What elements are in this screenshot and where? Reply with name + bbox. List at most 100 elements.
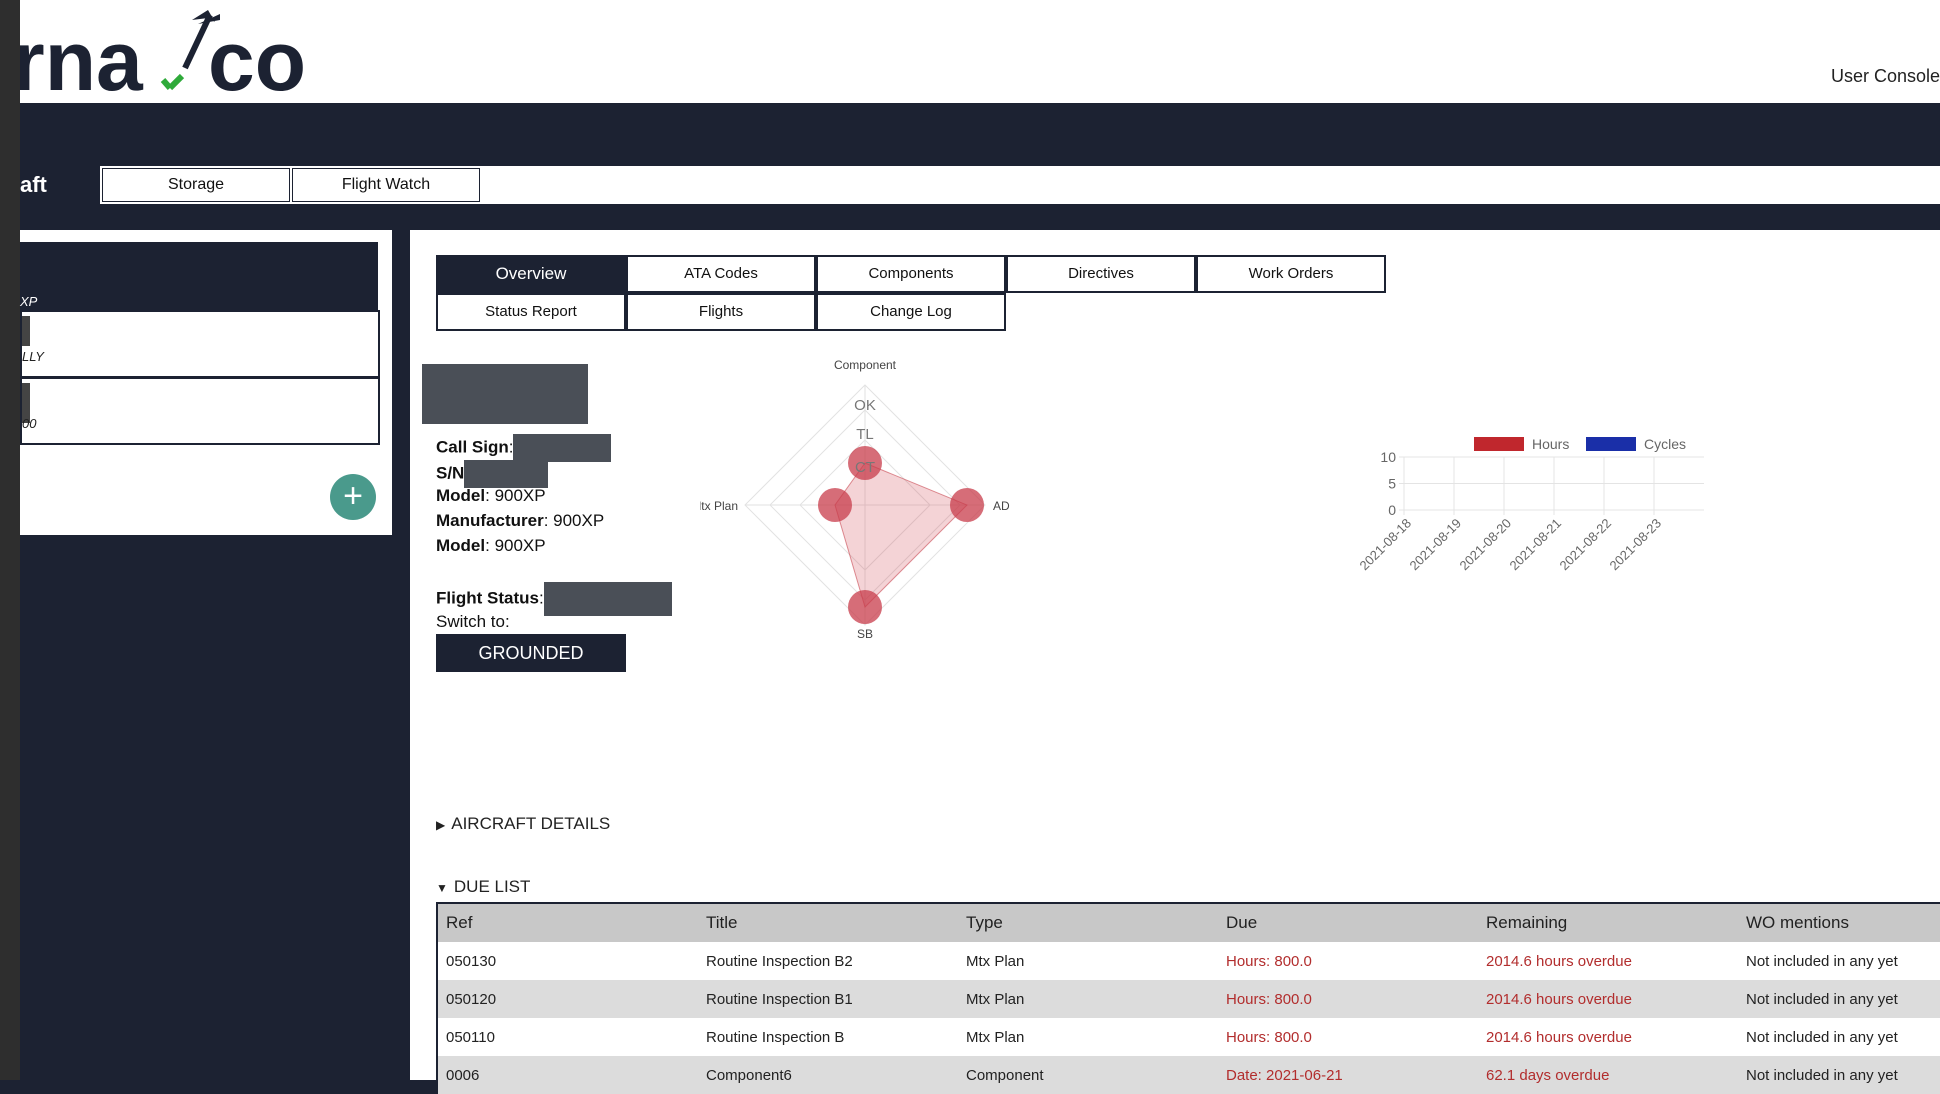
x-tick-label: 2021-08-23 [1606,516,1664,574]
aircraft-list-item-selected[interactable]: XP [20,242,378,310]
cell-wo-mentions: Not included in any yet [1738,980,1940,1018]
radar-ring-label: OK [854,397,876,414]
cell-due: Hours: 800.0 [1226,1028,1312,1046]
checkmark-icon [160,73,185,91]
tab-directives[interactable]: Directives [1006,255,1196,293]
aircraft-list-item[interactable]: LLY [20,310,380,378]
table-row[interactable]: 050120 Routine Inspection B1 Mtx Plan Ho… [437,980,1940,1018]
tab-status-report[interactable]: Status Report [436,293,626,331]
hours-cycles-chart: Hours Cycles 0510 2021-08-182021-08-19202… [1356,436,1704,574]
nav-current-section[interactable]: aft [20,166,100,204]
model-label: Model [436,536,486,555]
app-header: rna co User Console [20,0,1940,103]
aircraft-list-item[interactable]: 00 [20,377,380,445]
cell-due: Hours: 800.0 [1226,952,1312,970]
grounded-button[interactable]: GROUNDED [436,634,626,672]
nav-tab-storage[interactable]: Storage [102,168,290,202]
model-value: 900XP [494,536,546,555]
call-sign-label: Call Sign [436,437,509,457]
tab-flights[interactable]: Flights [626,293,816,331]
due-list-label: DUE LIST [453,877,531,896]
tab-overview[interactable]: Overview [436,255,626,293]
aircraft-details-label: AIRCRAFT DETAILS [451,814,611,833]
cell-remaining: 2014.6 hours overdue [1486,1028,1632,1046]
aircraft-details-toggle[interactable]: ▶ AIRCRAFT DETAILS [436,814,610,834]
column-header-ref[interactable]: Ref [437,903,698,942]
aircraft-list-label: LLY [22,349,44,364]
cell-type: Mtx Plan [958,980,1218,1018]
cell-ref: 050120 [437,980,698,1018]
column-header-wo-mentions[interactable]: WO mentions [1738,903,1940,942]
column-header-remaining[interactable]: Remaining [1478,903,1738,942]
column-header-type[interactable]: Type [958,903,1218,942]
manufacturer-row: Manufacturer: 900XP [436,511,605,530]
x-tick-label: 2021-08-18 [1356,516,1414,574]
radar-axis-label-top: Component [834,358,897,372]
user-console-link[interactable]: User Console [1831,66,1940,87]
column-header-due[interactable]: Due [1218,903,1478,942]
due-list-table: Ref Title Type Due Remaining WO mentions… [436,902,1940,1094]
aircraft-thumbnail [22,316,30,346]
cell-remaining: 62.1 days overdue [1478,1056,1738,1094]
cell-wo-mentions: Not included in any yet [1738,1056,1940,1094]
y-tick-label: 5 [1388,476,1396,492]
nav-tab-flight-watch[interactable]: Flight Watch [292,168,480,202]
cell-type: Mtx Plan [966,1028,1025,1046]
switch-to-label: Switch to: [436,612,510,631]
caret-right-icon: ▶ [436,818,446,832]
tab-ata-codes[interactable]: ATA Codes [626,255,816,293]
company-logo: rna co [20,10,306,103]
aircraft-overview-panel: Overview ATA Codes Components Directives… [410,230,1940,1094]
radar-axis-label-bottom: SB [857,627,873,640]
cell-type: Component [958,1056,1218,1094]
model-label: Model [436,486,486,505]
status-radar-chart: Component AD SB Mtx Plan OK TL CT [700,358,1010,640]
serial-number-label: S/N [436,463,465,483]
add-aircraft-button[interactable]: + [330,474,376,520]
cell-ref: 050130 [446,952,497,970]
cell-title: Component6 [698,1056,958,1094]
cell-type: Mtx Plan [966,952,1025,970]
cell-title: Routine Inspection B [706,1028,845,1046]
table-row[interactable]: 050110 Routine Inspection B Mtx Plan Hou… [437,1018,1940,1056]
x-tick-label: 2021-08-19 [1406,516,1464,574]
left-edge-strip [0,0,20,1080]
cell-title: Routine Inspection B2 [706,952,853,970]
x-tick-label: 2021-08-20 [1456,516,1514,574]
column-header-title[interactable]: Title [698,903,958,942]
y-tick-label: 0 [1388,502,1396,518]
radar-axis-label-right: AD [993,499,1010,513]
radar-point-right [950,488,984,522]
cell-ref: 0006 [437,1056,698,1094]
legend-label-cycles[interactable]: Cycles [1644,436,1686,452]
manufacturer-value: 900XP [553,511,605,530]
aircraft-list-panel: XP LLY 00 + [20,230,392,535]
aircraft-list-label: XP [20,294,38,309]
svg-text:co: co [208,14,306,103]
model-value: 900XP [494,486,546,505]
svg-text:rna: rna [20,14,144,103]
cell-remaining: 2014.6 hours overdue [1478,980,1738,1018]
caret-down-icon: ▼ [436,881,448,895]
legend-swatch-hours [1474,437,1524,451]
tab-change-log[interactable]: Change Log [816,293,1006,331]
radar-point-bottom [848,590,882,624]
aircraft-list-label: 00 [22,416,37,431]
tab-work-orders[interactable]: Work Orders [1196,255,1386,293]
cell-wo-mentions: Not included in any yet [1746,1028,1898,1046]
table-row[interactable]: 0006 Component6 Component Date: 2021-06-… [437,1056,1940,1094]
call-sign-row: Call Sign: [436,434,612,462]
cell-title: Routine Inspection B1 [698,980,958,1018]
tab-components[interactable]: Components [816,255,1006,293]
cell-ref: 050110 [446,1028,495,1046]
table-row[interactable]: 050130 Routine Inspection B2 Mtx Plan Ho… [437,942,1940,980]
due-list-toggle[interactable]: ▼ DUE LIST [436,877,530,897]
flight-status-label: Flight Status [436,588,539,608]
cell-due: Date: 2021-06-21 [1218,1056,1478,1094]
legend-label-hours[interactable]: Hours [1532,436,1569,452]
table-header-row: Ref Title Type Due Remaining WO mentions [437,903,1940,942]
flight-status-row: Flight Status: [436,582,672,616]
legend-swatch-cycles [1586,437,1636,451]
header-dark-bar [20,103,1940,166]
x-tick-label: 2021-08-22 [1556,516,1614,574]
